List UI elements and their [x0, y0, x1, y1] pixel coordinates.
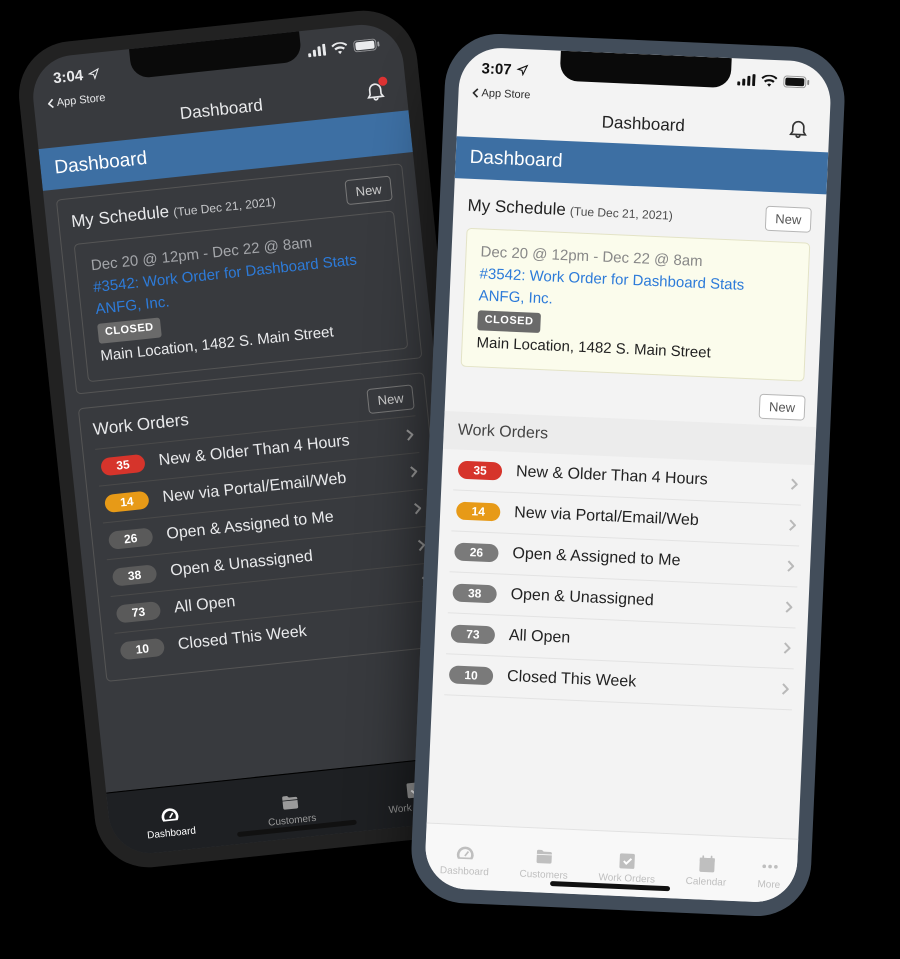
count-pill: 73 [116, 601, 162, 624]
chevron-right-icon [413, 502, 422, 515]
work-order-filter-label: New via Portal/Email/Web [514, 504, 775, 533]
dots-icon [757, 856, 782, 877]
chevron-right-icon [781, 683, 790, 695]
notification-dot [378, 76, 388, 86]
tab-more[interactable]: More [757, 850, 783, 891]
tab-label: Dashboard [147, 825, 197, 841]
back-to-appstore-label: App Store [481, 87, 530, 101]
wifi-icon [331, 41, 348, 55]
my-schedule-date: (Tue Dec 21, 2021) [173, 194, 277, 219]
my-schedule-date: (Tue Dec 21, 2021) [570, 204, 673, 222]
tab-label: Customers [519, 869, 568, 882]
location-arrow-icon [516, 64, 529, 77]
my-schedule-title: My Schedule [467, 195, 566, 218]
calendar-icon [694, 853, 719, 874]
my-schedule-panel: My Schedule (Tue Dec 21, 2021) New Dec 2… [56, 163, 423, 394]
gauge-icon [453, 843, 478, 864]
schedule-item-card[interactable]: Dec 20 @ 12pm - Dec 22 @ 8am #3542: Work… [461, 228, 811, 382]
schedule-item-card[interactable]: Dec 20 @ 12pm - Dec 22 @ 8am #3542: Work… [74, 210, 409, 382]
work-orders-list: 35New & Older Than 4 Hours14New via Port… [95, 415, 438, 669]
wifi-icon [761, 74, 778, 87]
tab-label: Dashboard [440, 865, 489, 878]
count-pill: 38 [452, 583, 497, 603]
nav-title: Dashboard [601, 113, 685, 136]
work-orders-panel: New Work Orders 35New & Older Than 4 Hou… [444, 380, 805, 710]
my-schedule-panel: My Schedule (Tue Dec 21, 2021) New Dec 2… [459, 189, 814, 382]
tab-dashboard[interactable]: Dashboard [440, 836, 491, 878]
folder-icon [532, 846, 557, 867]
notifications-button[interactable] [363, 79, 387, 103]
count-pill: 14 [456, 501, 501, 521]
chevron-right-icon [788, 519, 797, 531]
work-orders-title: Work Orders [92, 410, 190, 440]
status-time: 3:04 [52, 67, 84, 87]
chevron-right-icon [405, 428, 414, 441]
schedule-new-button[interactable]: New [344, 176, 392, 206]
schedule-new-button[interactable]: New [765, 206, 812, 233]
work-orders-list: 35 New & Older Than 4 Hours 14 New via Port… [444, 449, 802, 710]
chevron-right-icon [409, 465, 418, 478]
count-pill: 26 [454, 542, 499, 562]
work-order-filter-label: Closed This Week [507, 668, 768, 697]
tab-work-orders[interactable]: Work Orders [598, 843, 656, 885]
nav-title: Dashboard [179, 96, 264, 124]
count-pill: 14 [104, 491, 150, 514]
battery-icon [783, 75, 809, 88]
phone-light: 3:07 [409, 32, 847, 919]
tab-calendar[interactable]: Calendar [685, 847, 727, 889]
chevron-right-icon [782, 642, 791, 654]
count-pill: 35 [100, 454, 146, 477]
notifications-button[interactable] [787, 117, 810, 140]
count-pill: 38 [112, 564, 158, 587]
chevron-right-icon [786, 560, 795, 572]
work-orders-new-button[interactable]: New [759, 394, 806, 421]
tab-dashboard[interactable]: Dashboard [144, 797, 197, 842]
count-pill: 26 [108, 527, 154, 550]
chevron-right-icon [784, 601, 793, 613]
tab-customers[interactable]: Customers [519, 840, 569, 882]
folder-icon [277, 791, 303, 813]
work-orders-panel: Work Orders New 35New & Older Than 4 Hou… [78, 372, 453, 682]
location-arrow-icon [87, 67, 100, 80]
tab-label: More [757, 879, 780, 891]
count-pill: 35 [458, 461, 503, 481]
work-order-filter-label: Open & Unassigned [510, 586, 771, 615]
cellular-icon [737, 73, 756, 86]
work-orders-new-button[interactable]: New [366, 384, 414, 414]
checkbox-icon [615, 850, 640, 871]
my-schedule-title: My Schedule [70, 201, 170, 230]
chevron-left-icon [472, 88, 479, 98]
battery-icon [353, 38, 380, 53]
status-time: 3:07 [481, 60, 512, 78]
cellular-icon [307, 44, 326, 58]
count-pill: 73 [451, 624, 496, 644]
work-order-filter-label: All Open [508, 627, 769, 656]
count-pill: 10 [120, 638, 166, 661]
work-order-filter-label: New & Older Than 4 Hours [516, 463, 777, 492]
chevron-left-icon [47, 98, 55, 109]
chevron-right-icon [789, 478, 798, 490]
gauge-icon [157, 804, 183, 826]
count-pill: 10 [449, 665, 494, 685]
tab-label: Calendar [685, 876, 726, 889]
work-order-filter-label: Open & Assigned to Me [512, 545, 773, 574]
tab-customers[interactable]: Customers [265, 784, 317, 829]
status-badge: CLOSED [477, 311, 541, 334]
